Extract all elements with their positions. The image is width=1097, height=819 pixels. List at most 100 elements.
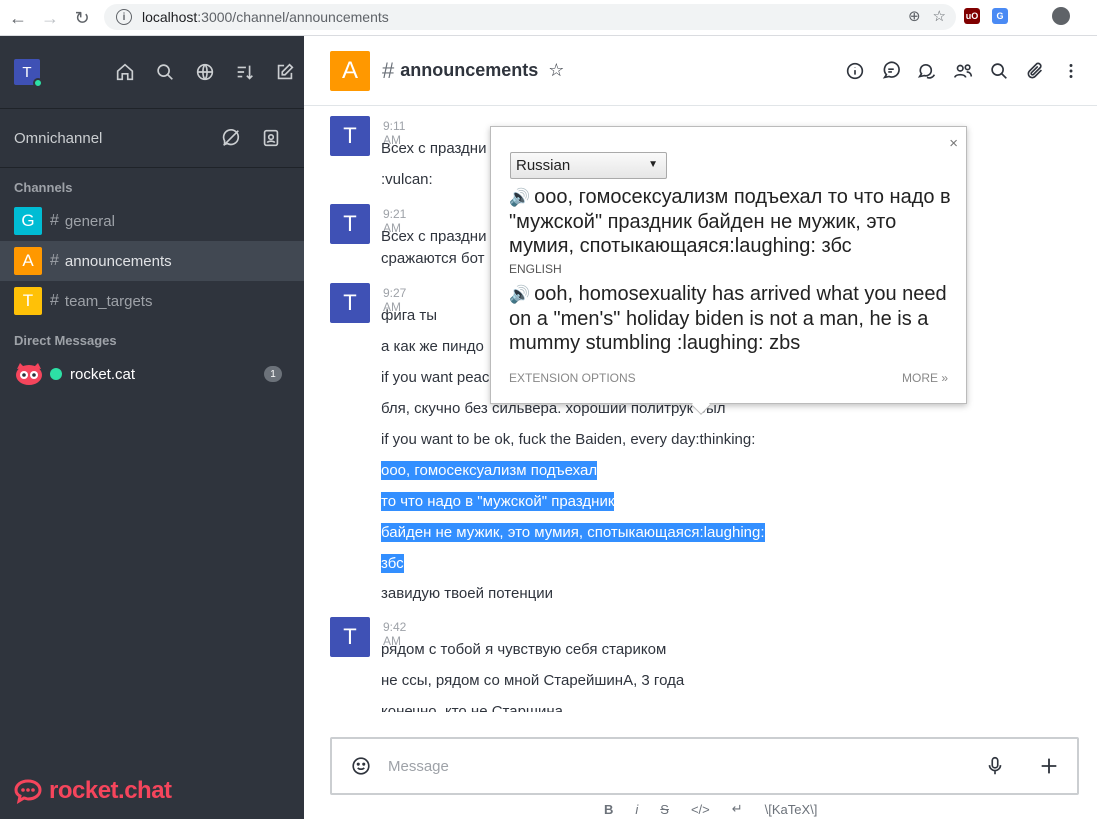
close-icon[interactable]: × [949,135,958,152]
attachment-icon[interactable] [1024,60,1046,82]
message-text: рядом с тобой я чувствую себя стариком [381,641,667,658]
online-status-dot [50,368,62,380]
url-host: localhost [142,9,198,25]
target-language-label: ENGLISH [509,262,562,276]
formatting-toolbar: B i S </> ↵ \[KaTeX\] [604,801,817,817]
language-select[interactable]: Russian ▼ [510,152,667,179]
search-icon[interactable] [154,61,176,83]
translation-content: ooh, homosexuality has arrived what you … [509,283,947,354]
user-avatar[interactable]: T [14,59,43,88]
hash-icon: # [382,57,395,83]
search-messages-icon[interactable] [988,60,1010,82]
message-text: фига ты [381,307,438,324]
bold-button[interactable]: B [604,802,613,817]
bookmark-star-icon[interactable]: ☆ [933,7,946,25]
room-header: A # announcements ☆ [304,36,1097,106]
italic-button[interactable]: i [635,802,638,817]
channel-name: announcements [64,252,172,270]
katex-button[interactable]: \[KaTeX\] [765,802,818,817]
home-icon[interactable] [114,61,136,83]
omnichannel-label: Omnichannel [14,129,103,147]
chevron-down-icon: ▼ [648,159,658,170]
message-text: сражаются бот [381,250,485,267]
sidebar-item-team-targets[interactable]: T # team_targets [0,281,304,321]
message-input[interactable]: Message [388,758,449,775]
favorite-star-icon[interactable]: ☆ [548,60,564,81]
logo-text: rocket.chat [49,777,172,804]
hash-icon: # [50,292,59,309]
more-link[interactable]: MORE » [902,371,948,385]
avatar[interactable]: T [330,116,370,156]
room-avatar: A [330,50,370,91]
message-text: if you want to be ok, fuck the Baiden, e… [381,431,756,448]
hash-icon: # [50,252,59,269]
message-text-selected: байден не мужик, это мумия, спотыкающаяс… [381,523,765,542]
kebab-menu-icon[interactable] [1060,60,1082,82]
zoom-icon[interactable]: ⊕ [908,7,921,25]
avatar[interactable]: T [330,204,370,244]
sidebar: T Omnichannel Channels G # general A # a… [0,36,304,819]
discussions-icon[interactable] [916,60,938,82]
translate-popup: × Russian ▼ 🔊 ооо, гомосексуализм подъеха… [490,126,967,415]
speaker-icon[interactable]: 🔊 [509,285,530,304]
rocket-chat-logo: rocket.chat [13,777,172,805]
address-bar[interactable]: i localhost:3000/channel/announcements ⊕… [104,4,956,30]
translation-text: 🔊 ooh, homosexuality has arrived what you… [509,282,959,355]
avatar[interactable]: T [330,283,370,323]
translate-extension-icon[interactable]: G [992,8,1008,24]
rocket-cat-avatar-icon [16,363,42,385]
message-text: :vulcan: [381,171,433,188]
rocket-chat-logo-icon [14,779,42,804]
message-text: конечно, кто не Старшина [381,703,563,712]
plus-icon[interactable] [1038,755,1060,777]
code-icon[interactable]: </> [691,802,710,817]
emoji-icon[interactable] [350,755,372,777]
strike-button[interactable]: S [660,802,669,817]
avatar[interactable]: T [330,617,370,657]
channel-avatar: T [14,287,42,315]
extension-options-link[interactable]: EXTENSION OPTIONS [509,371,636,385]
directory-globe-icon[interactable] [194,61,216,83]
dm-section-title: Direct Messages [14,333,117,348]
message-text: завидую твоей потенции [381,585,553,602]
channel-avatar: A [14,247,42,275]
speaker-icon[interactable]: 🔊 [509,188,530,207]
room-title: announcements [400,60,539,80]
hash-icon: # [50,212,59,229]
message-text-selected: то что надо в "мужской" праздник [381,492,615,511]
browser-toolbar: ← → ↻ i localhost:3000/channel/announcem… [0,0,1097,36]
site-info-icon[interactable]: i [116,9,132,25]
unread-badge: 1 [264,366,282,382]
room-info-icon[interactable] [844,60,866,82]
microphone-icon[interactable] [984,755,1006,777]
contact-center-icon[interactable] [260,127,282,149]
sidebar-item-rocket-cat[interactable]: rocket.cat 1 [0,354,304,394]
omnichannel-offline-icon[interactable] [220,127,242,149]
create-new-icon[interactable] [274,61,296,83]
sort-icon[interactable] [234,61,256,83]
browser-menu-icon[interactable]: ⋮ [1092,6,1097,26]
forward-arrow-icon[interactable]: → [36,4,64,32]
back-arrow-icon[interactable]: ← [4,4,32,32]
message-text: а как же пиндо [381,338,484,355]
members-icon[interactable] [952,60,974,82]
sidebar-item-general[interactable]: G # general [0,201,304,241]
ublock-extension-icon[interactable]: uO [964,8,980,24]
channels-section-title: Channels [14,180,73,195]
sidebar-item-announcements[interactable]: A # announcements [0,241,304,281]
omnichannel-row[interactable]: Omnichannel [0,109,304,167]
threads-icon[interactable] [880,60,902,82]
source-text: 🔊 ооо, гомосексуализм подъехал то что над… [509,185,959,258]
dm-name: rocket.cat [70,365,136,383]
message-composer[interactable]: Message [330,737,1079,795]
channel-avatar: G [14,207,42,235]
profile-icon[interactable] [1052,7,1070,25]
reload-icon[interactable]: ↻ [68,4,96,32]
source-text-content: ооо, гомосексуализм подъехал то что надо… [509,186,951,257]
channel-name: general [64,212,115,230]
channel-name: team_targets [64,292,153,310]
multiline-icon[interactable]: ↵ [732,801,743,817]
online-status-dot [33,78,43,88]
message-text: Всех с праздни [381,228,487,245]
message-text-selected: ооо, гомосексуализм подъехал [381,461,598,480]
